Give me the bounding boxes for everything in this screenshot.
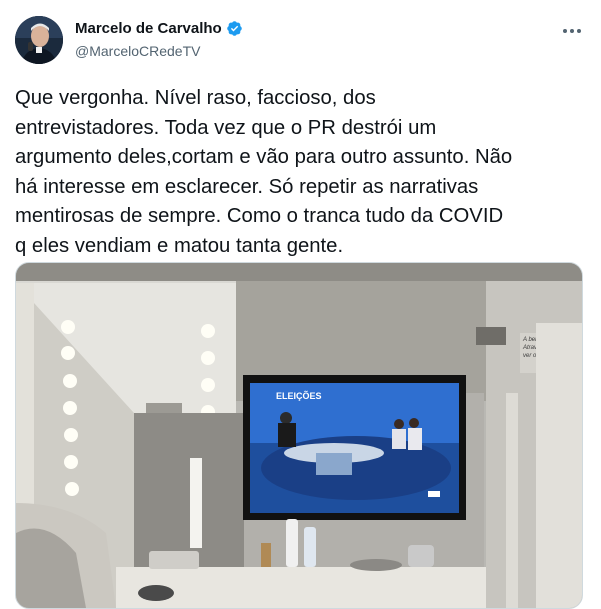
tweet: Marcelo de Carvalho @MarceloCRedeTV Que …: [0, 0, 601, 609]
more-horizontal-icon[interactable]: [560, 20, 584, 42]
avatar[interactable]: [15, 16, 63, 64]
author-name[interactable]: Marcelo de Carvalho: [75, 20, 222, 37]
tweet-text: Que vergonha. Nível raso, faccioso, dos …: [15, 87, 513, 257]
verified-badge-icon: [226, 20, 243, 37]
author-handle[interactable]: @MarceloCRedeTV: [75, 43, 200, 59]
tv-logo-text: ELEIÇÕES: [276, 391, 322, 401]
photo-scene: ELEIÇÕES A beleza e a feli Através delas…: [16, 263, 582, 608]
avatar-image: [15, 16, 63, 64]
author-row: Marcelo de Carvalho: [75, 20, 243, 37]
tweet-photo[interactable]: ELEIÇÕES A beleza e a feli Através delas…: [15, 262, 583, 609]
